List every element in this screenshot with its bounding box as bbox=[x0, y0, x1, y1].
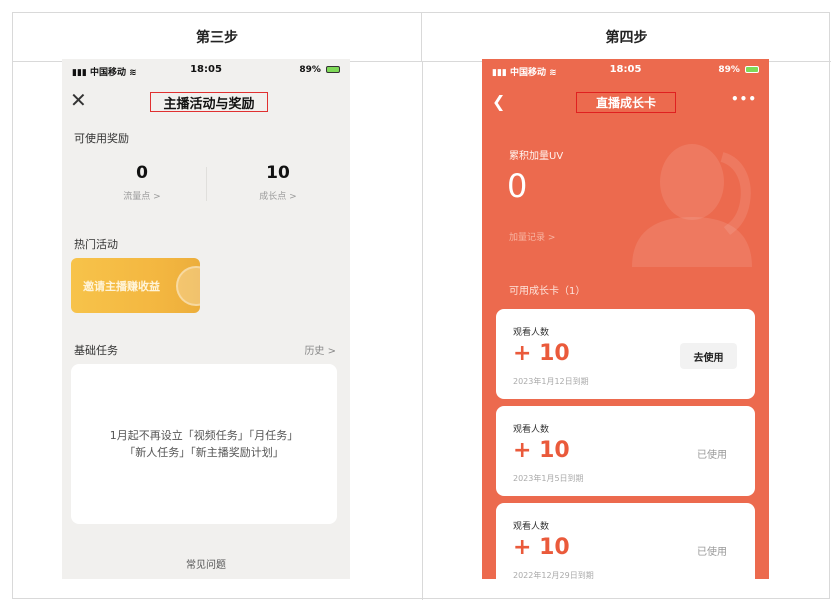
notice-line-2: 「新人任务」「新主播奖励计划」 bbox=[124, 446, 284, 459]
card-expiry: 2023年1月12日到期 bbox=[513, 377, 589, 386]
column-divider bbox=[422, 62, 423, 600]
uv-value: 0 bbox=[507, 167, 528, 205]
page-title: 主播活动与奖励 bbox=[150, 92, 268, 112]
card-value: + 10 bbox=[513, 341, 570, 366]
reward-value: 0 bbox=[136, 163, 148, 183]
header-step-4: 第四步 bbox=[422, 13, 831, 62]
invite-streamer-banner[interactable]: 邀请主播赚收益 bbox=[71, 258, 200, 313]
task-notice-card: 1月起不再设立「视频任务」「月任务」 「新人任务」「新主播奖励计划」 bbox=[71, 364, 337, 524]
screenshot-activity-rewards: ▮▮▮ 中国移动 ≋ 18:05 89% ✕ 主播活动与奖励 可使用奖励 0 流… bbox=[62, 59, 350, 579]
more-icon[interactable]: ••• bbox=[731, 92, 757, 106]
available-cards-label: 可用成长卡（1） bbox=[509, 286, 586, 297]
card-expiry: 2023年1月5日到期 bbox=[513, 474, 584, 483]
status-bar: ▮▮▮ 中国移动 ≋ 18:05 89% bbox=[62, 59, 350, 81]
battery-percent: 89% bbox=[718, 65, 740, 75]
notice-line-1: 1月起不再设立「视频任务」「月任务」 bbox=[109, 429, 299, 442]
growth-card: 观看人数 + 10 2022年12月29日到期 已使用 bbox=[496, 503, 755, 579]
used-status: 已使用 bbox=[697, 547, 727, 558]
faq-link[interactable]: 常见问题 bbox=[62, 556, 350, 571]
card-label: 观看人数 bbox=[513, 425, 550, 435]
battery-icon bbox=[326, 66, 340, 73]
close-icon[interactable]: ✕ bbox=[70, 90, 87, 110]
rewards-section-label: 可使用奖励 bbox=[74, 132, 129, 145]
hot-activities-label: 热门活动 bbox=[74, 238, 118, 251]
card-value: + 10 bbox=[513, 535, 570, 560]
header-step-3: 第三步 bbox=[13, 13, 422, 62]
screenshot-growth-card: ▮▮▮ 中国移动 ≋ 18:05 89% ❮ 直播成长卡 ••• 累积加量UV … bbox=[482, 59, 769, 579]
card-value: + 10 bbox=[513, 438, 570, 463]
card-label: 观看人数 bbox=[513, 328, 550, 338]
reward-label: 成长点 > bbox=[259, 192, 297, 202]
avatar-silhouette-icon bbox=[632, 144, 752, 267]
growth-card: 观看人数 + 10 2023年1月5日到期 已使用 bbox=[496, 406, 755, 496]
reward-label: 流量点 > bbox=[123, 192, 161, 202]
card-expiry: 2022年12月29日到期 bbox=[513, 571, 594, 579]
use-button[interactable]: 去使用 bbox=[680, 343, 737, 369]
history-link[interactable]: 历史 > bbox=[304, 342, 336, 357]
growth-card: 观看人数 + 10 2023年1月12日到期 去使用 bbox=[496, 309, 755, 399]
reward-value: 10 bbox=[266, 163, 290, 183]
status-bar: ▮▮▮ 中国移动 ≋ 18:05 89% bbox=[482, 59, 769, 81]
card-label: 观看人数 bbox=[513, 522, 550, 532]
uv-label: 累积加量UV bbox=[509, 151, 564, 162]
reward-traffic-points[interactable]: 0 流量点 > bbox=[82, 163, 202, 202]
battery-icon bbox=[745, 66, 759, 73]
basic-tasks-label: 基础任务 bbox=[74, 344, 118, 357]
reward-growth-points[interactable]: 10 成长点 > bbox=[218, 163, 338, 202]
used-status: 已使用 bbox=[697, 450, 727, 461]
coin-icon bbox=[176, 266, 200, 306]
battery-percent: 89% bbox=[299, 65, 321, 75]
divider bbox=[206, 167, 207, 201]
page-title: 直播成长卡 bbox=[576, 92, 676, 113]
invite-banner-text: 邀请主播赚收益 bbox=[83, 280, 160, 293]
add-record-link[interactable]: 加量记录 > bbox=[509, 230, 555, 243]
back-icon[interactable]: ❮ bbox=[492, 92, 505, 111]
